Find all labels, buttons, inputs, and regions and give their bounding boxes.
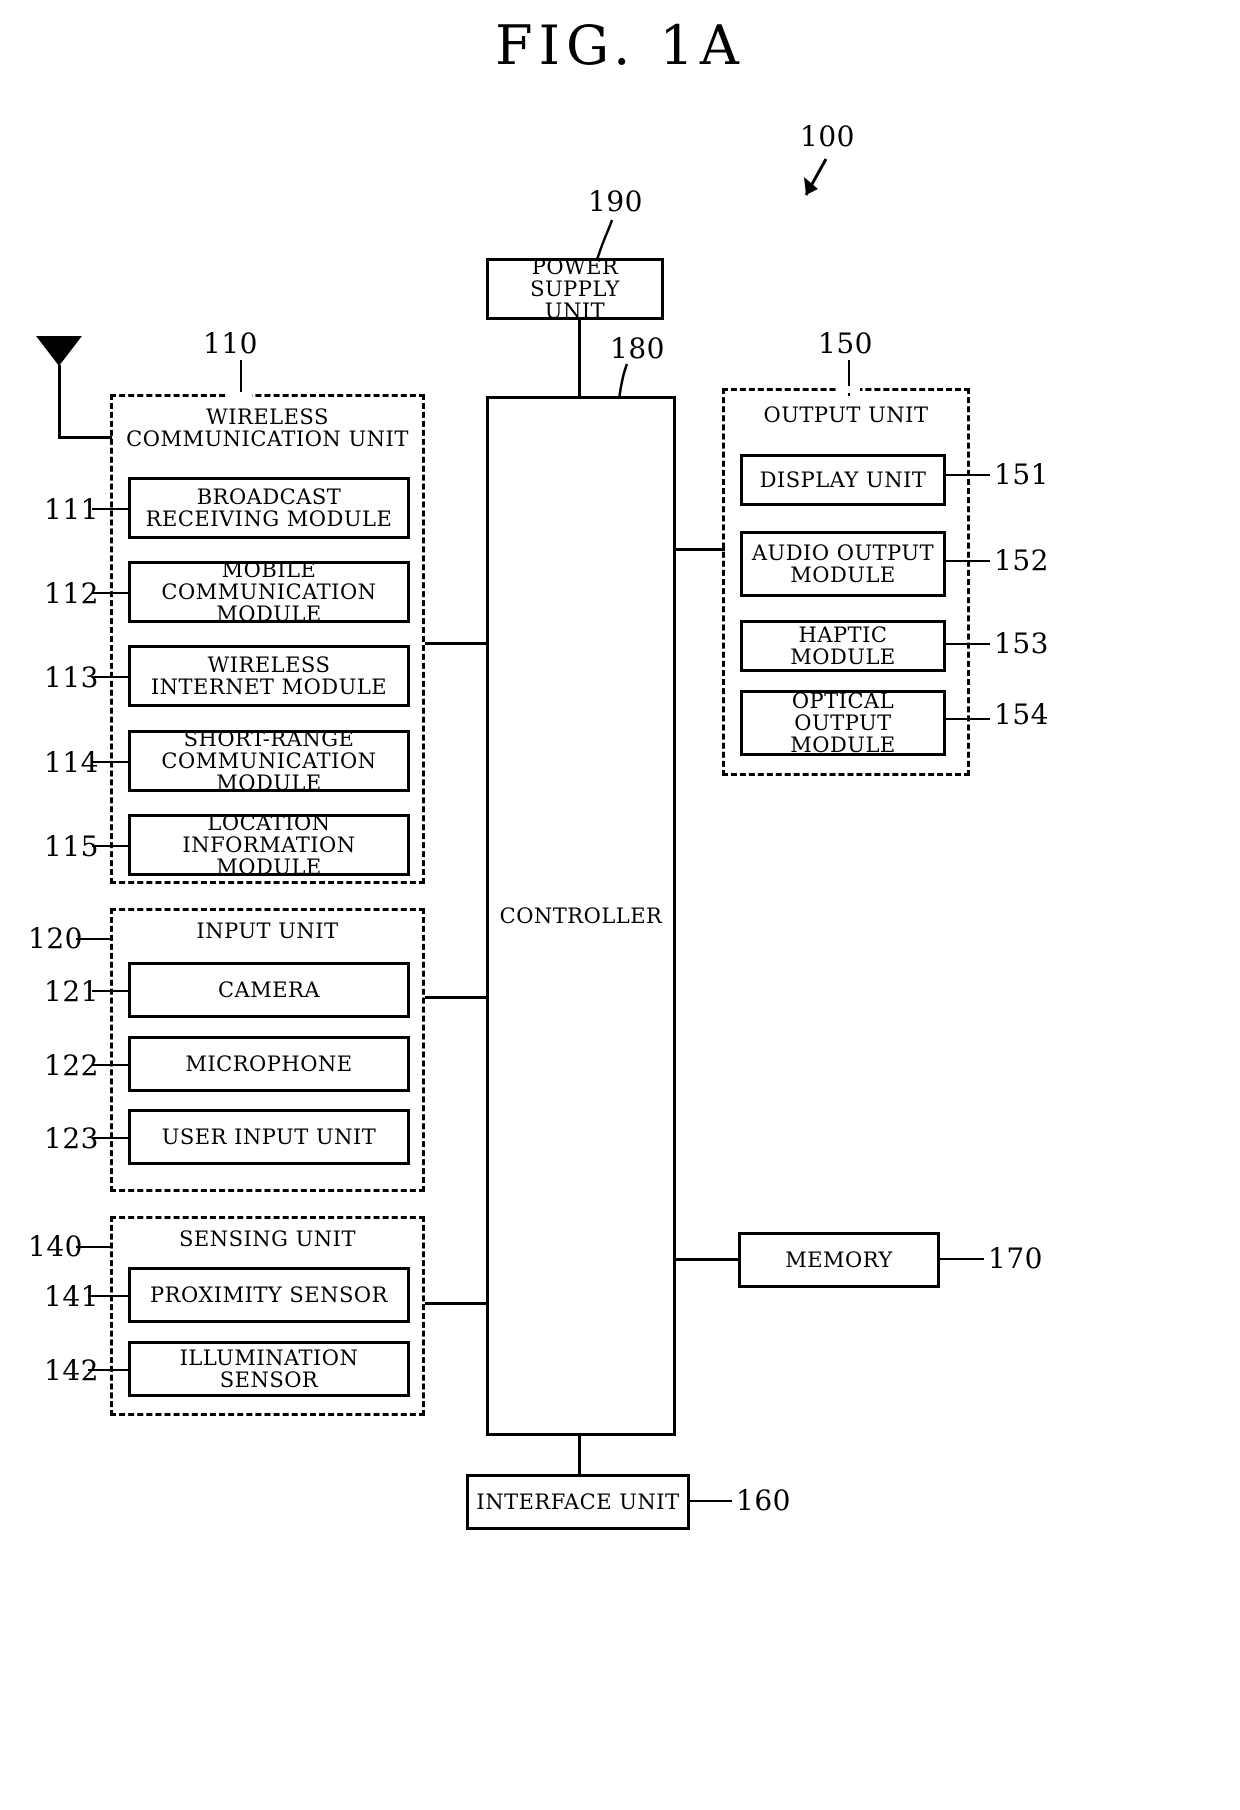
haptic-module-label: HAPTIC MODULE — [790, 622, 896, 669]
ref-122: 122 — [44, 1049, 99, 1082]
ref-115: 115 — [44, 830, 99, 863]
haptic-module-block[interactable]: HAPTIC MODULE — [740, 620, 946, 672]
display-unit-label: DISPLAY UNIT — [759, 467, 927, 492]
ref-140-sensing-unit: 140 — [28, 1230, 83, 1263]
memory-block[interactable]: MEMORY — [738, 1232, 940, 1288]
leader-115 — [92, 845, 130, 847]
audio-output-module-label: AUDIO OUTPUT MODULE — [751, 540, 935, 587]
user-input-unit-block[interactable]: USER INPUT UNIT — [128, 1109, 410, 1165]
leader-114 — [92, 761, 130, 763]
location-information-module-label: LOCATION INFORMATION MODULE — [182, 810, 356, 880]
leader-153 — [944, 643, 990, 645]
ref-190-power-supply: 190 — [588, 185, 643, 218]
power-supply-unit-label: POWER SUPPLY UNIT — [530, 254, 620, 324]
ref-151: 151 — [994, 458, 1049, 491]
connector-controller-to-interface — [578, 1436, 581, 1475]
mask-110 — [228, 392, 252, 399]
leader-151 — [944, 474, 990, 476]
output-unit-title: OUTPUT UNIT — [725, 404, 967, 426]
arrow-pointer-icon — [804, 158, 828, 196]
ref-110-wireless-unit: 110 — [203, 327, 258, 360]
mobile-communication-module-label: MOBILE COMMUNICATION MODULE — [161, 557, 377, 627]
memory-label: MEMORY — [785, 1247, 893, 1272]
connector-power-to-controller — [578, 320, 581, 396]
display-unit-block[interactable]: DISPLAY UNIT — [740, 454, 946, 506]
proximity-sensor-label: PROXIMITY SENSOR — [150, 1282, 388, 1307]
wireless-internet-module-label: WIRELESS INTERNET MODULE — [150, 652, 388, 699]
leader-141 — [88, 1295, 130, 1297]
ref-123: 123 — [44, 1122, 99, 1155]
leader-123 — [92, 1137, 130, 1139]
ref-113: 113 — [44, 661, 99, 694]
leader-110 — [240, 360, 242, 396]
input-unit-title: INPUT UNIT — [113, 920, 422, 942]
connector-input-to-controller — [425, 996, 486, 999]
leader-121 — [92, 990, 130, 992]
camera-label: CAMERA — [217, 977, 321, 1002]
wireless-communication-unit-title: WIRELESS COMMUNICATION UNIT — [113, 406, 422, 450]
camera-block[interactable]: CAMERA — [128, 962, 410, 1018]
leader-113 — [92, 676, 130, 678]
leader-142 — [88, 1369, 130, 1371]
leader-112 — [92, 592, 130, 594]
ref-120-input-unit: 120 — [28, 922, 83, 955]
ref-180-controller: 180 — [610, 332, 665, 365]
patent-figure-1a: FIG. 1A 100 190 POWER SUPPLY UNIT 180 CO… — [0, 0, 1240, 1810]
power-supply-unit-block[interactable]: POWER SUPPLY UNIT — [486, 254, 664, 324]
audio-output-module-block[interactable]: AUDIO OUTPUT MODULE — [740, 531, 946, 597]
connector-controller-to-memory — [673, 1258, 741, 1261]
ref-170-memory: 170 — [988, 1242, 1043, 1275]
location-information-module-block[interactable]: LOCATION INFORMATION MODULE — [128, 810, 410, 880]
connector-sensing-to-controller — [425, 1302, 486, 1305]
leader-122 — [92, 1064, 130, 1066]
controller-block[interactable]: CONTROLLER — [486, 396, 676, 1436]
ref-100-device: 100 — [800, 120, 855, 153]
sensing-unit-title: SENSING UNIT — [113, 1228, 422, 1250]
proximity-sensor-block[interactable]: PROXIMITY SENSOR — [128, 1267, 410, 1323]
ref-152: 152 — [994, 544, 1049, 577]
antenna-mast — [58, 365, 61, 438]
broadcast-receiving-module-block[interactable]: BROADCAST RECEIVING MODULE — [128, 477, 410, 539]
ref-160-interface: 160 — [736, 1484, 791, 1517]
ref-112: 112 — [44, 577, 99, 610]
short-range-communication-module-label: SHORT-RANGE COMMUNICATION MODULE — [161, 726, 377, 796]
user-input-unit-label: USER INPUT UNIT — [161, 1124, 377, 1149]
figure-title: FIG. 1A — [495, 14, 745, 77]
ref-153: 153 — [994, 627, 1049, 660]
leader-140 — [76, 1246, 112, 1248]
mask-150 — [836, 386, 860, 393]
microphone-block[interactable]: MICROPHONE — [128, 1036, 410, 1092]
ref-114: 114 — [44, 746, 99, 779]
ref-121: 121 — [44, 975, 99, 1008]
connector-controller-to-output — [673, 548, 725, 551]
mobile-communication-module-block[interactable]: MOBILE COMMUNICATION MODULE — [128, 557, 410, 627]
illumination-sensor-label: ILLUMINATION SENSOR — [179, 1345, 359, 1392]
leader-152 — [944, 560, 990, 562]
antenna-feed-line — [58, 436, 112, 439]
interface-unit-label: INTERFACE UNIT — [476, 1489, 680, 1514]
antenna-icon — [36, 336, 82, 366]
illumination-sensor-block[interactable]: ILLUMINATION SENSOR — [128, 1341, 410, 1397]
broadcast-receiving-module-label: BROADCAST RECEIVING MODULE — [145, 484, 393, 531]
microphone-label: MICROPHONE — [185, 1051, 353, 1076]
interface-unit-block[interactable]: INTERFACE UNIT — [466, 1474, 690, 1530]
wireless-internet-module-block[interactable]: WIRELESS INTERNET MODULE — [128, 645, 410, 707]
optical-output-module-label: OPTICAL OUTPUT MODULE — [790, 688, 896, 758]
short-range-communication-module-block[interactable]: SHORT-RANGE COMMUNICATION MODULE — [128, 726, 410, 796]
leader-170 — [938, 1258, 984, 1260]
optical-output-module-block[interactable]: OPTICAL OUTPUT MODULE — [740, 690, 946, 756]
leader-111 — [92, 508, 130, 510]
leader-120 — [76, 938, 112, 940]
leader-160 — [688, 1500, 732, 1502]
ref-154: 154 — [994, 698, 1049, 731]
connector-wireless-to-controller — [425, 642, 486, 645]
leader-154 — [944, 718, 990, 720]
ref-150-output-unit: 150 — [818, 327, 873, 360]
ref-111: 111 — [44, 493, 99, 526]
controller-label: CONTROLLER — [499, 903, 663, 928]
